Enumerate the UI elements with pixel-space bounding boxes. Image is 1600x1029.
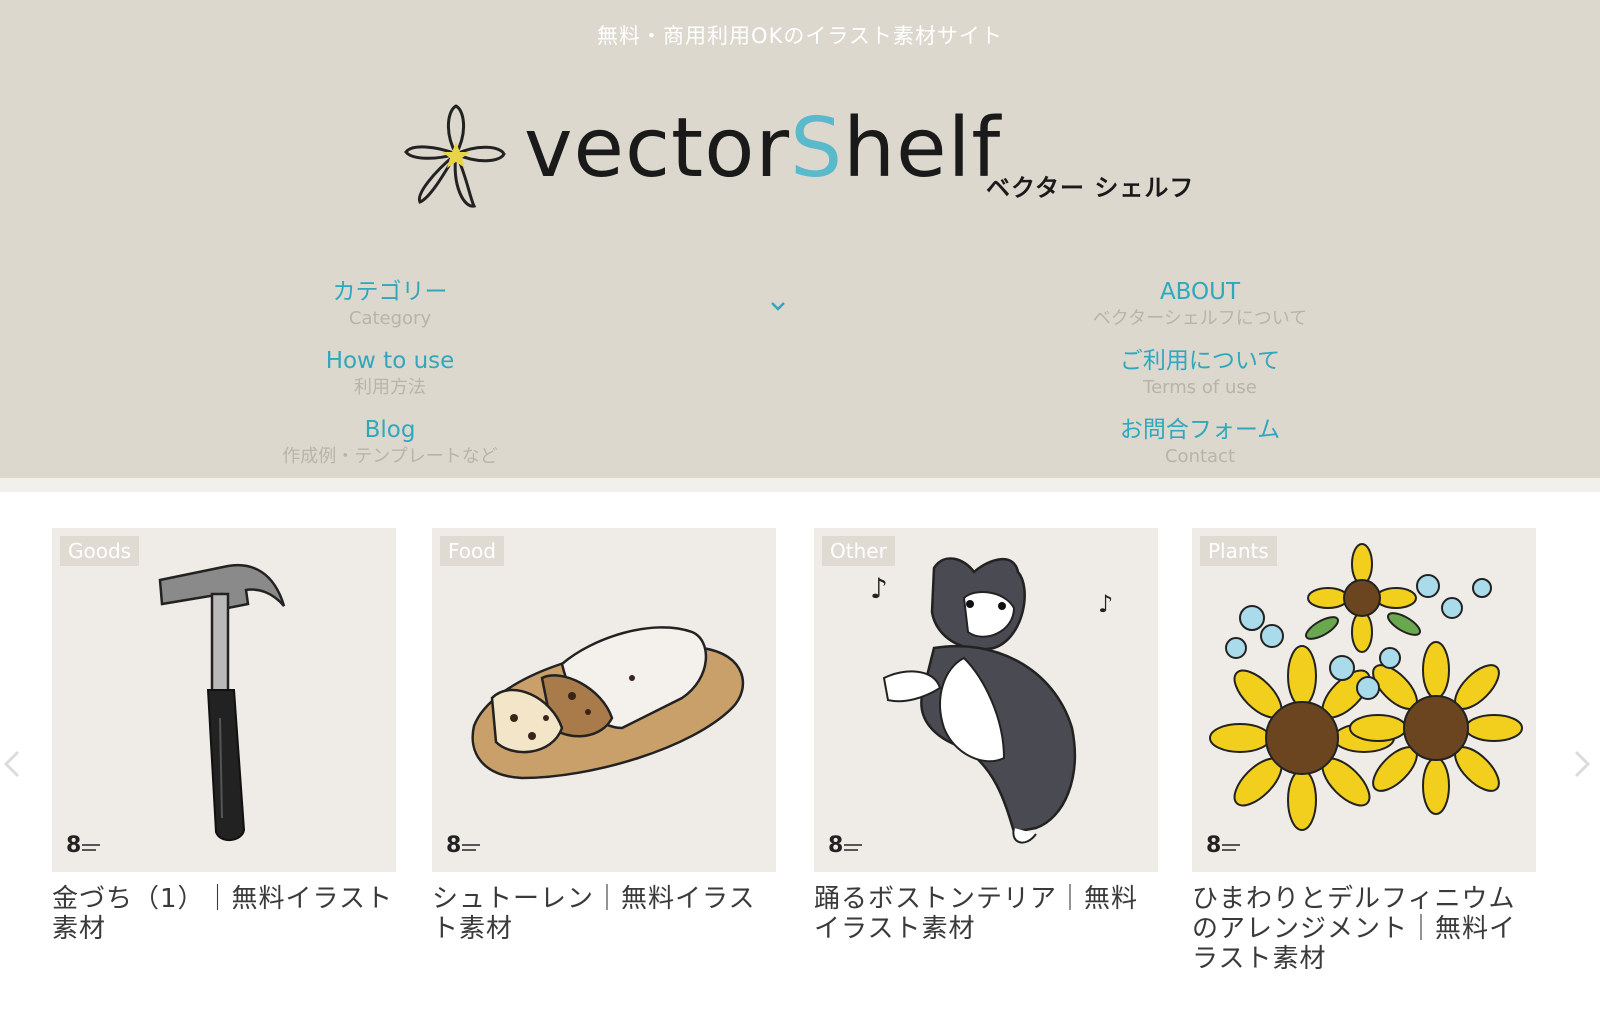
category-badge: Other xyxy=(822,536,895,566)
nav-sublabel: 作成例・テンプレートなど xyxy=(282,446,498,467)
main-nav-left: カテゴリー Category How to use 利用方法 Blog 作成例・… xyxy=(230,278,550,485)
nav-item-how-to-use[interactable]: How to use 利用方法 xyxy=(230,347,550,416)
card-title[interactable]: 踊るボストンテリア｜無料イラスト素材 xyxy=(814,884,1158,944)
svg-text:8: 8 xyxy=(446,833,461,858)
card-thumbnail[interactable]: ♪ ♪ Other 8 xyxy=(814,528,1158,872)
stollen-illustration xyxy=(471,626,745,780)
svg-text:♪: ♪ xyxy=(1098,590,1113,618)
category-badge: Food xyxy=(440,536,504,566)
chevron-down-icon[interactable] xyxy=(766,296,790,316)
brand-mark-icon: 8 xyxy=(1206,833,1240,858)
logo-kana: ベクター シェルフ xyxy=(986,174,1195,202)
nav-item-blog[interactable]: Blog 作成例・テンプレートなど xyxy=(230,416,550,485)
main-nav-right: ABOUT ベクターシェルフについて ご利用について Terms of use … xyxy=(1040,278,1360,485)
card-thumbnail[interactable]: Plants 8 xyxy=(1192,528,1536,872)
nav-item-category[interactable]: カテゴリー Category xyxy=(230,278,550,347)
nav-item-about[interactable]: ABOUT ベクターシェルフについて xyxy=(1040,278,1360,347)
card-thumbnail[interactable]: Food 8 xyxy=(432,528,776,872)
brand-mark-icon: 8 xyxy=(828,833,862,858)
sunflower-illustration xyxy=(1209,543,1523,831)
svg-text:♪: ♪ xyxy=(870,572,888,605)
brand-mark-icon: 8 xyxy=(446,833,480,858)
illustration-card[interactable]: Goods 8 金づち（1）｜無料イラスト素材 xyxy=(52,528,396,944)
nav-sublabel: Category xyxy=(348,308,432,329)
nav-sublabel: 利用方法 xyxy=(354,377,426,398)
card-title[interactable]: ひまわりとデルフィニウムのアレンジメント｜無料イラスト素材 xyxy=(1192,884,1536,974)
nav-label: ご利用について xyxy=(1119,348,1281,374)
svg-text:8: 8 xyxy=(66,833,81,858)
hammer-illustration xyxy=(158,563,286,841)
chevron-left-icon[interactable] xyxy=(0,744,24,784)
illustration-card[interactable]: ♪ ♪ Other 8 踊るボストンテリア｜無料イラスト素材 xyxy=(814,528,1158,944)
svg-text:8: 8 xyxy=(1206,833,1221,858)
illustration-card[interactable]: Food 8 シュトーレン｜無料イラスト素材 xyxy=(432,528,776,944)
card-thumbnail[interactable]: Goods 8 xyxy=(52,528,396,872)
header-divider xyxy=(0,478,1600,492)
nav-label: How to use xyxy=(325,348,455,374)
nav-label: カテゴリー xyxy=(332,279,448,305)
nav-item-terms[interactable]: ご利用について Terms of use xyxy=(1040,347,1360,416)
nav-item-contact[interactable]: お問合フォーム Contact xyxy=(1040,416,1360,485)
category-badge: Plants xyxy=(1200,536,1277,566)
card-title[interactable]: シュトーレン｜無料イラスト素材 xyxy=(432,884,776,944)
nav-label: お問合フォーム xyxy=(1119,417,1281,443)
nav-sublabel: Contact xyxy=(1164,446,1236,467)
site-header: 無料・商用利用OKのイラスト素材サイト vectorShelf ベクター シェル… xyxy=(0,0,1600,478)
nav-sublabel: ベクターシェルフについて xyxy=(1092,308,1308,329)
logo-wordmark: vectorShelf xyxy=(524,101,1002,196)
nav-label: Blog xyxy=(364,417,416,443)
site-tagline: 無料・商用利用OKのイラスト素材サイト xyxy=(597,24,1003,48)
card-title[interactable]: 金づち（1）｜無料イラスト素材 xyxy=(52,884,396,944)
category-badge: Goods xyxy=(60,536,140,566)
star-logo-icon xyxy=(404,104,506,208)
site-logo[interactable]: vectorShelf ベクター シェルフ xyxy=(404,102,1204,222)
boston-terrier-illustration: ♪ ♪ xyxy=(870,557,1113,844)
svg-text:8: 8 xyxy=(828,833,843,858)
illustration-card[interactable]: Plants 8 ひまわりとデルフィニウムのアレンジメント｜無料イラスト素材 xyxy=(1192,528,1536,974)
brand-mark-icon: 8 xyxy=(66,833,100,858)
nav-label: ABOUT xyxy=(1159,279,1241,305)
chevron-right-icon[interactable] xyxy=(1570,744,1594,784)
nav-sublabel: Terms of use xyxy=(1143,377,1257,398)
